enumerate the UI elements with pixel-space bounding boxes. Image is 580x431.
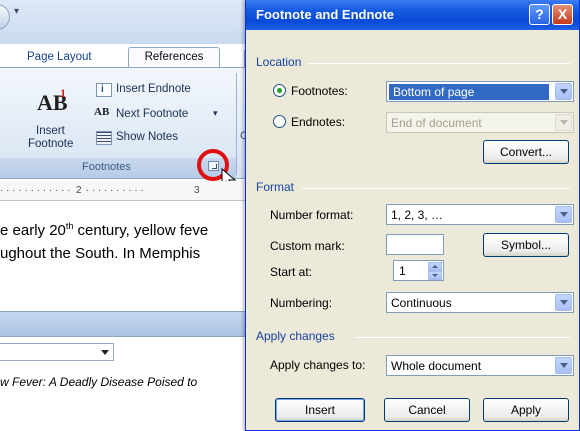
document-text-segment: e early 20 bbox=[0, 222, 66, 239]
dialog-title-bar[interactable]: Footnote and Endnote ? X bbox=[246, 0, 579, 30]
tab-page-layout[interactable]: Page Layout bbox=[27, 48, 92, 68]
dialog-title: Footnote and Endnote bbox=[256, 7, 394, 22]
show-notes-icon bbox=[96, 131, 112, 145]
endnotes-position-select: End of document bbox=[386, 112, 574, 133]
endnotes-label[interactable]: Endnotes: bbox=[291, 115, 345, 129]
footnotes-label[interactable]: Footnotes: bbox=[291, 84, 348, 98]
location-section-title: Location bbox=[256, 55, 302, 69]
footnotes-position-select[interactable]: Bottom of page bbox=[386, 81, 574, 102]
notes-pane-select[interactable] bbox=[0, 343, 114, 361]
apply-to-select[interactable]: Whole document bbox=[386, 355, 574, 376]
close-icon[interactable]: X bbox=[552, 4, 573, 25]
document-text-line[interactable]: e early 20th century, yellow feve bbox=[0, 221, 208, 239]
apply-to-value: Whole document bbox=[391, 359, 482, 373]
help-icon[interactable]: ? bbox=[529, 4, 550, 25]
footnotes-group-label: Footnotes bbox=[82, 161, 131, 173]
notes-pane-bar bbox=[0, 311, 250, 337]
spinner-up-icon[interactable] bbox=[428, 262, 442, 271]
insert-footnote-icon-superscript: 1 bbox=[60, 86, 66, 100]
start-at-spinner[interactable]: 1 bbox=[393, 260, 444, 281]
spinner-down-icon[interactable] bbox=[428, 271, 442, 280]
cancel-button[interactable]: Cancel bbox=[384, 398, 470, 422]
footnotes-position-value: Bottom of page bbox=[389, 84, 549, 100]
footnotes-radio[interactable] bbox=[273, 84, 286, 97]
insert-footnote-label-line2: Footnote bbox=[28, 138, 74, 150]
chevron-down-icon bbox=[555, 114, 572, 131]
next-footnote-dropdown-icon[interactable]: ▾ bbox=[213, 108, 218, 119]
insert-button[interactable]: Insert bbox=[275, 398, 365, 422]
ribbon-group-separator bbox=[236, 73, 237, 175]
apply-changes-section-title: Apply changes bbox=[256, 329, 335, 343]
footnote-endnote-dialog: Footnote and Endnote ? X Location Footno… bbox=[245, 0, 580, 431]
ruler-mark-3: 3 bbox=[192, 185, 202, 196]
numbering-label: Numbering: bbox=[270, 296, 333, 310]
custom-mark-input[interactable] bbox=[386, 234, 444, 255]
convert-button[interactable]: Convert... bbox=[483, 140, 569, 164]
insert-endnote-icon bbox=[96, 83, 112, 97]
start-at-label: Start at: bbox=[270, 265, 313, 279]
custom-mark-label: Custom mark: bbox=[270, 239, 345, 253]
endnotes-radio[interactable] bbox=[273, 115, 286, 128]
format-section-title: Format bbox=[256, 180, 295, 194]
chevron-down-icon[interactable] bbox=[555, 294, 572, 311]
chevron-down-icon[interactable] bbox=[555, 357, 572, 374]
apply-divider bbox=[354, 337, 570, 338]
next-footnote-label: Next Footnote bbox=[116, 108, 189, 120]
horizontal-ruler[interactable]: · · · · · · · · · · · · · · · · · · · · … bbox=[0, 181, 250, 201]
ruler-ticks: · · · · · · · · · · · · · · · · · · · · … bbox=[0, 185, 144, 196]
document-text-line[interactable]: ughout the South. In Memphis bbox=[0, 245, 200, 262]
office-button[interactable] bbox=[0, 4, 10, 30]
next-footnote-icon: AB bbox=[94, 106, 110, 118]
number-format-select[interactable]: 1, 2, 3, … bbox=[386, 204, 574, 225]
tab-references[interactable]: References bbox=[128, 47, 220, 68]
apply-button[interactable]: Apply bbox=[483, 398, 569, 422]
numbering-select[interactable]: Continuous bbox=[386, 292, 574, 313]
footnote-text[interactable]: w Fever: A Deadly Disease Poised to bbox=[0, 375, 197, 389]
symbol-button[interactable]: Symbol... bbox=[483, 233, 569, 257]
chevron-down-icon bbox=[101, 350, 109, 355]
chevron-down-icon[interactable] bbox=[555, 206, 572, 223]
document-text-segment: century, yellow feve bbox=[73, 222, 209, 239]
location-divider bbox=[308, 63, 570, 64]
show-notes-label: Show Notes bbox=[116, 131, 179, 143]
number-format-value: 1, 2, 3, … bbox=[391, 208, 444, 222]
insert-endnote-label: Insert Endnote bbox=[116, 83, 191, 95]
ruler-mark-2: 2 bbox=[74, 185, 84, 196]
numbering-value: Continuous bbox=[391, 296, 452, 310]
endnotes-position-value: End of document bbox=[391, 116, 482, 130]
format-divider bbox=[302, 188, 570, 189]
number-format-label: Number format: bbox=[270, 208, 354, 222]
chevron-down-icon[interactable] bbox=[555, 83, 572, 100]
insert-footnote-label-line1: Insert bbox=[36, 125, 65, 137]
quick-access-dropdown-icon[interactable]: ▾ bbox=[14, 6, 19, 17]
dialog-body: Location Footnotes: Bottom of page Endno… bbox=[246, 30, 579, 430]
start-at-value: 1 bbox=[399, 264, 406, 278]
apply-to-label: Apply changes to: bbox=[270, 358, 366, 372]
